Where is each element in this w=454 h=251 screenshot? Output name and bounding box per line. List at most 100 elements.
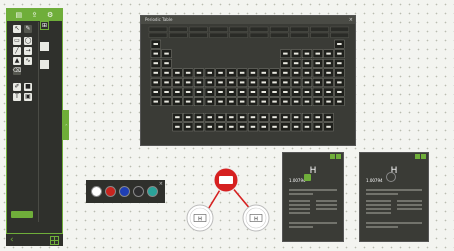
element-cell-symbol	[164, 100, 169, 103]
grid-view-icon[interactable]	[49, 235, 59, 245]
tool-palette-header: ▤ ⇪ ⚙	[7, 9, 62, 21]
element-cell-symbol	[196, 116, 202, 119]
element-cell-symbol	[229, 116, 234, 119]
select-tool-icon[interactable]: ↖	[13, 25, 21, 33]
card-text-line	[397, 204, 422, 206]
element-cell-symbol	[185, 125, 191, 128]
element-cell-symbol	[218, 116, 223, 119]
element-cell-symbol	[175, 91, 180, 93]
element-cell-symbol	[261, 91, 266, 93]
element-cell-symbol	[153, 62, 158, 65]
atom-tool-icon[interactable]	[40, 42, 49, 51]
element-cell-symbol	[153, 52, 158, 55]
collapse-palette-tab[interactable]: ‹	[63, 110, 69, 140]
card-close-icon[interactable]	[336, 154, 341, 159]
document-icon[interactable]: ▤	[15, 11, 23, 19]
element-cell-symbol	[337, 81, 342, 84]
ellipse-tool-icon[interactable]: ◯	[24, 37, 32, 45]
table-header-cell	[189, 32, 208, 38]
element-cell-symbol	[185, 91, 191, 93]
table-header-cell	[209, 32, 228, 38]
element-cell-symbol	[164, 52, 169, 55]
element-cell-symbol	[326, 116, 331, 119]
element-cell-symbol	[196, 125, 202, 128]
curve-tool-icon[interactable]: ∿	[24, 57, 32, 65]
element-cell-symbol	[250, 71, 256, 74]
color-swatch[interactable]	[105, 186, 116, 197]
close-icon[interactable]: ×	[349, 16, 353, 24]
periodic-table-title-bar[interactable]: Periodic Table ×	[141, 16, 355, 24]
color-swatch[interactable]	[133, 186, 144, 197]
element-cell-symbol	[326, 81, 331, 84]
element-cell-symbol	[304, 100, 310, 103]
element-cell-symbol	[164, 81, 169, 84]
card-close-icon[interactable]	[421, 154, 426, 159]
image-tool-icon[interactable]: ▣	[24, 93, 32, 101]
periodic-table-grid[interactable]	[141, 24, 355, 145]
element-cell-symbol	[239, 116, 245, 119]
element-cell-symbol	[164, 62, 169, 65]
element-cell-symbol	[326, 52, 331, 55]
fill-tool-icon[interactable]: ■	[24, 83, 32, 91]
table-header-cell	[330, 32, 349, 38]
molecule-diagram[interactable]: H H	[176, 160, 276, 240]
tool-palette-divider	[38, 22, 39, 222]
periodic-table-tool-icon[interactable]: ⊞	[40, 21, 49, 30]
arrow-tool-icon[interactable]: →	[24, 47, 32, 55]
text-tool-icon[interactable]: T	[13, 93, 21, 101]
element-cell-symbol	[164, 91, 169, 93]
element-cell-symbol	[175, 71, 180, 74]
element-cell-symbol	[185, 71, 191, 74]
element-cell-symbol	[175, 116, 180, 119]
marker-tool-icon[interactable]: ✐	[13, 83, 21, 91]
element-cell-symbol	[315, 52, 320, 55]
element-cell-symbol	[175, 125, 180, 128]
element-cell-symbol	[175, 100, 180, 103]
element-cell-symbol	[250, 125, 256, 128]
settings-icon[interactable]: ⚙	[47, 11, 54, 19]
element-cell-symbol	[293, 81, 299, 84]
element-cell-symbol	[315, 116, 320, 119]
export-icon[interactable]: ⇪	[31, 11, 38, 19]
element-cell-symbol	[283, 116, 288, 119]
element-cell-symbol	[239, 100, 245, 103]
close-icon[interactable]: ×	[159, 181, 163, 187]
element-card[interactable]: H 1.00794	[282, 152, 344, 242]
right-atom-label: H	[254, 216, 258, 222]
color-swatch[interactable]	[119, 186, 130, 197]
color-swatch[interactable]	[91, 186, 102, 197]
element-cell-symbol	[293, 52, 299, 55]
pencil-tool-icon[interactable]: ✎	[24, 25, 32, 33]
element-cell-symbol	[315, 125, 320, 128]
element-cell-symbol	[153, 71, 158, 74]
element-card[interactable]: H 1.00794	[359, 152, 429, 242]
element-cell-symbol	[239, 81, 245, 84]
element-cell-symbol	[153, 91, 158, 93]
eraser-tool-icon[interactable]: ⌫	[13, 67, 21, 75]
element-cell-symbol	[315, 71, 320, 74]
element-cell-symbol	[326, 100, 331, 103]
molecule-tool-icon[interactable]	[40, 60, 49, 69]
card-text-line	[366, 212, 391, 214]
element-cell-symbol	[218, 125, 223, 128]
back-icon[interactable]: ‹	[10, 235, 14, 245]
card-menu-icon[interactable]	[415, 154, 420, 159]
element-cell-symbol	[283, 91, 288, 93]
element-cell-symbol	[293, 91, 299, 93]
triangle-tool-icon[interactable]: ▲	[13, 57, 21, 65]
element-cell-symbol	[218, 71, 223, 74]
element-cell-symbol	[239, 71, 245, 74]
element-cell-symbol	[293, 71, 299, 74]
rectangle-tool-icon[interactable]: ▭	[13, 37, 21, 45]
color-swatch[interactable]	[147, 186, 158, 197]
element-cell-symbol	[304, 52, 310, 55]
element-cell-symbol	[337, 43, 342, 45]
tool-palette-action-button[interactable]	[11, 211, 33, 218]
element-cell-symbol	[272, 100, 277, 103]
line-tool-icon[interactable]: ╱	[13, 47, 21, 55]
element-cell-symbol	[261, 125, 266, 128]
table-header-cell	[270, 26, 289, 32]
card-text-line	[289, 226, 313, 228]
card-menu-icon[interactable]	[330, 154, 335, 159]
element-cell-symbol	[293, 116, 299, 119]
